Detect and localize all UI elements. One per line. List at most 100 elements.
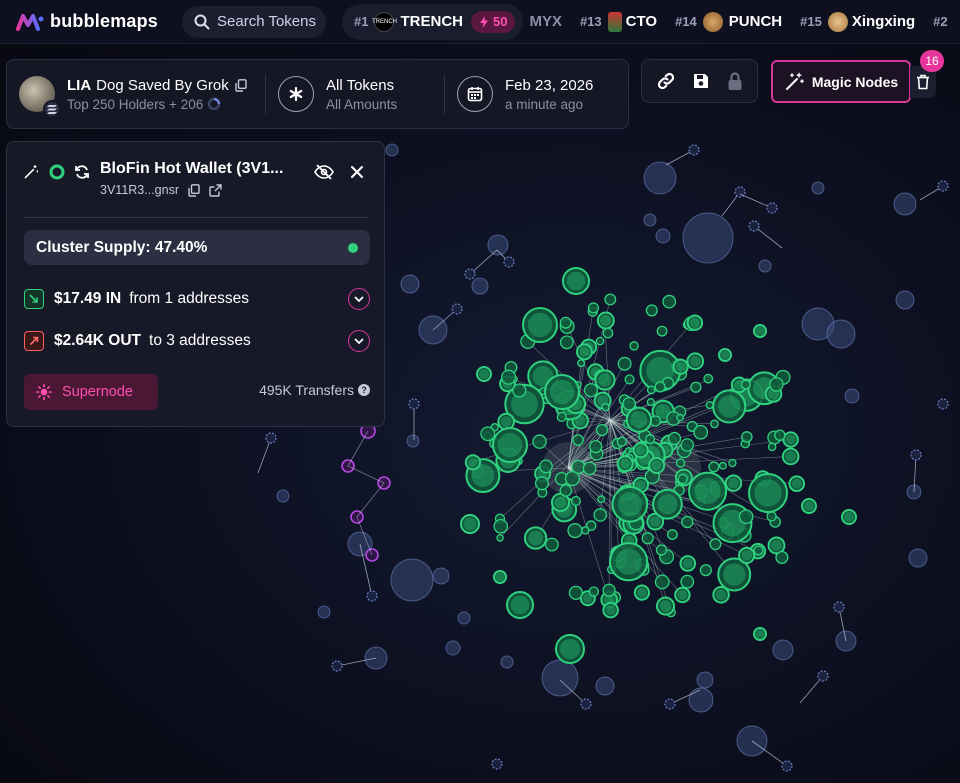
trending-token-myx[interactable]: MYX (529, 13, 562, 30)
expand-inflow-button[interactable] (348, 288, 370, 310)
date-section[interactable]: Feb 23, 2026 a minute ago (505, 77, 593, 112)
refresh-icon[interactable] (74, 164, 90, 180)
bubblemaps-logo-icon (16, 13, 44, 31)
wallet-bubble-green (564, 471, 580, 487)
trending-token-punch[interactable]: #14 PUNCH (675, 11, 782, 32)
supernode-label: Supernode (62, 384, 133, 400)
wallet-bubble-green (667, 431, 682, 446)
copy-icon[interactable] (235, 78, 247, 92)
outflow-row[interactable]: $2.64K OUT to 3 addresses (24, 327, 370, 355)
wallet-bubble-green (559, 335, 574, 350)
bubble-highlight (495, 572, 505, 582)
filter-title: All Tokens (326, 76, 395, 94)
wallet-bubble-green (774, 429, 786, 441)
wallet-bubble-green (500, 369, 517, 385)
holders-label[interactable]: Top 250 Holders + 206 (67, 97, 203, 112)
wallet-bubble (811, 181, 825, 195)
external-link-icon[interactable] (209, 183, 222, 197)
search-tokens-input[interactable]: Search Tokens (182, 5, 327, 38)
rank-label: #2 (933, 14, 948, 29)
wallet-name: BloFin Hot Wallet (3V1... (100, 160, 284, 177)
wallet-bubble-green (602, 327, 614, 339)
wallet-bubble (487, 234, 509, 256)
wallet-bubble-green (645, 434, 656, 445)
lock-icon[interactable] (727, 71, 743, 91)
incoming-arrow-icon (24, 289, 44, 309)
trash-icon (917, 74, 929, 90)
copy-icon[interactable] (188, 183, 200, 197)
link-icon[interactable] (656, 71, 676, 91)
wallet-bubble-green (646, 398, 655, 407)
wallet-bubble-green (593, 508, 608, 522)
app-name: bubblemaps (50, 11, 159, 31)
wallet-bubble (682, 212, 734, 264)
wallet-bubble-green (656, 325, 668, 337)
wallet-bubble-green (568, 585, 584, 600)
bubble-highlight (723, 563, 746, 586)
wallet-bubble-green (539, 459, 553, 474)
close-icon[interactable] (350, 165, 364, 179)
bubble-highlight (791, 478, 802, 489)
token-info-card: LIA Dog Saved By Grok Top 250 Holders + … (6, 59, 629, 129)
wallet-bubble-green (616, 436, 627, 447)
lightning-icon (479, 15, 488, 28)
wallet-bubble (580, 698, 592, 710)
supernode-button[interactable]: Supernode (24, 374, 158, 410)
wallet-bubble-green (582, 461, 597, 476)
wallet-bubble-green (567, 522, 583, 539)
trending-token-trench[interactable]: #1 TRENCH TRENCH 50 (342, 3, 524, 40)
trending-token-next[interactable]: #2 (933, 14, 947, 29)
wallet-bubble (748, 220, 760, 232)
token-symbol: LIA (67, 76, 92, 94)
date-button[interactable] (457, 76, 493, 112)
top-bar: bubblemaps Search Tokens #1 TRENCH TRENC… (0, 0, 960, 44)
wallet-bubble (833, 601, 845, 613)
magic-nodes-button[interactable]: Magic Nodes (771, 60, 911, 103)
transfers-count: 495K Transfers ? (259, 382, 370, 398)
wallet-bubble (491, 758, 503, 770)
wallet-bubble-green (534, 476, 549, 491)
trending-token-xingxing[interactable]: #15 Xingxing (800, 11, 915, 32)
bubble-highlight (554, 496, 567, 509)
wallet-bubble (781, 760, 793, 772)
trending-token-cto[interactable]: #13 CTO (580, 11, 657, 32)
wallet-bubble-green (559, 484, 573, 497)
bubble-highlight (500, 416, 512, 428)
bubble-highlight (605, 605, 616, 616)
help-icon[interactable]: ? (358, 384, 370, 396)
wallet-bubble-green (645, 304, 658, 317)
wallet-bubble-green (693, 424, 709, 440)
bubble-highlight (682, 558, 693, 569)
wallet-bubble-green (753, 545, 764, 556)
graph-edge (469, 249, 498, 275)
boost-badge[interactable]: 50 (470, 10, 516, 33)
wallet-bubble-green (709, 538, 722, 551)
wallet-bubble (276, 489, 290, 503)
filter-section[interactable]: All Tokens All Amounts (326, 77, 444, 112)
hide-eye-icon[interactable] (314, 164, 334, 180)
bubble-highlight (510, 595, 530, 615)
wallet-bubble (826, 319, 856, 349)
inflow-row[interactable]: $17.49 IN from 1 addresses (24, 285, 370, 313)
boost-count: 50 (492, 14, 508, 29)
filter-button[interactable] (278, 76, 314, 112)
expand-outflow-button[interactable] (348, 330, 370, 352)
status-ring-icon (49, 164, 65, 180)
wallet-bubble-green (767, 442, 777, 452)
wallet-bubble (265, 432, 277, 444)
wallet-bubble (390, 558, 434, 602)
wallet-bubble (910, 449, 922, 461)
trench-icon-text: TRENCH (371, 18, 397, 25)
logo[interactable]: bubblemaps (16, 11, 158, 32)
magic-wand-icon[interactable] (23, 164, 39, 180)
wallet-bubble (895, 290, 915, 310)
cluster-supply-row: Cluster Supply: 47.40% (24, 230, 370, 265)
wallet-bubble-green (493, 518, 509, 534)
search-icon (194, 14, 210, 29)
wallet-bubble-green (677, 473, 688, 485)
cluster-supply: Cluster Supply: 47.40% (36, 238, 208, 256)
wallet-bubble-green (738, 509, 754, 525)
save-icon[interactable] (692, 72, 710, 90)
wallet-bubble-green (587, 302, 600, 314)
cto-token-icon (607, 11, 622, 32)
